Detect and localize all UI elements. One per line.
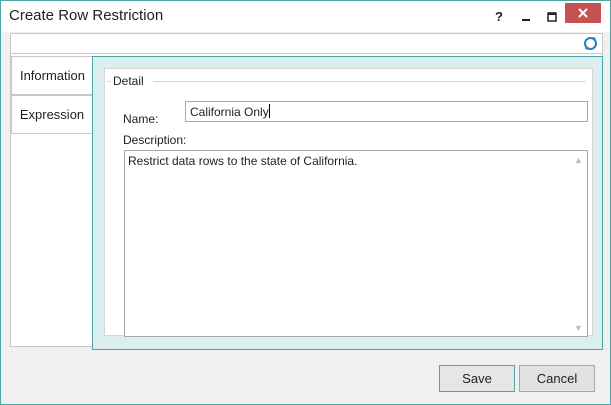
scroll-up-icon[interactable]: ▲: [570, 151, 587, 168]
minimize-icon: [522, 18, 530, 21]
name-field[interactable]: California Only: [185, 101, 588, 122]
window-title: Create Row Restriction: [9, 7, 164, 24]
name-label: Name:: [123, 112, 159, 126]
description-value: Restrict data rows to the state of Calif…: [128, 154, 358, 168]
maximize-button[interactable]: [538, 1, 566, 32]
scroll-down-icon[interactable]: ▼: [570, 319, 587, 336]
close-button[interactable]: [565, 3, 601, 23]
description-scrollbar[interactable]: ▲ ▼: [570, 151, 587, 336]
group-border: [153, 81, 586, 82]
tab-information[interactable]: Information: [11, 56, 93, 95]
minimize-button[interactable]: [512, 1, 540, 32]
name-value: California Only: [190, 105, 269, 119]
title-bar: Create Row Restriction ?: [1, 1, 610, 32]
save-button[interactable]: Save: [439, 365, 515, 392]
tab-expression[interactable]: Expression: [11, 95, 93, 134]
tab-strip: Information Expression: [11, 54, 93, 346]
refresh-icon[interactable]: [582, 35, 599, 52]
description-label: Description:: [123, 133, 187, 147]
group-border: [107, 81, 111, 82]
dialog-window: Create Row Restriction ? Information Exp…: [0, 0, 611, 405]
description-field[interactable]: Restrict data rows to the state of Calif…: [124, 150, 588, 337]
detail-group: Detail Name: California Only Description…: [104, 68, 593, 337]
cancel-button[interactable]: Cancel: [519, 365, 595, 392]
content-area: Information Expression Detail Name: Cali…: [10, 53, 603, 350]
maximize-icon: [547, 11, 557, 22]
toolbar: [10, 33, 603, 53]
close-icon: [578, 8, 588, 18]
detail-group-label: Detail: [113, 74, 144, 88]
text-caret: [268, 104, 270, 118]
help-button[interactable]: ?: [485, 1, 513, 32]
information-pane: Detail Name: California Only Description…: [92, 56, 603, 350]
